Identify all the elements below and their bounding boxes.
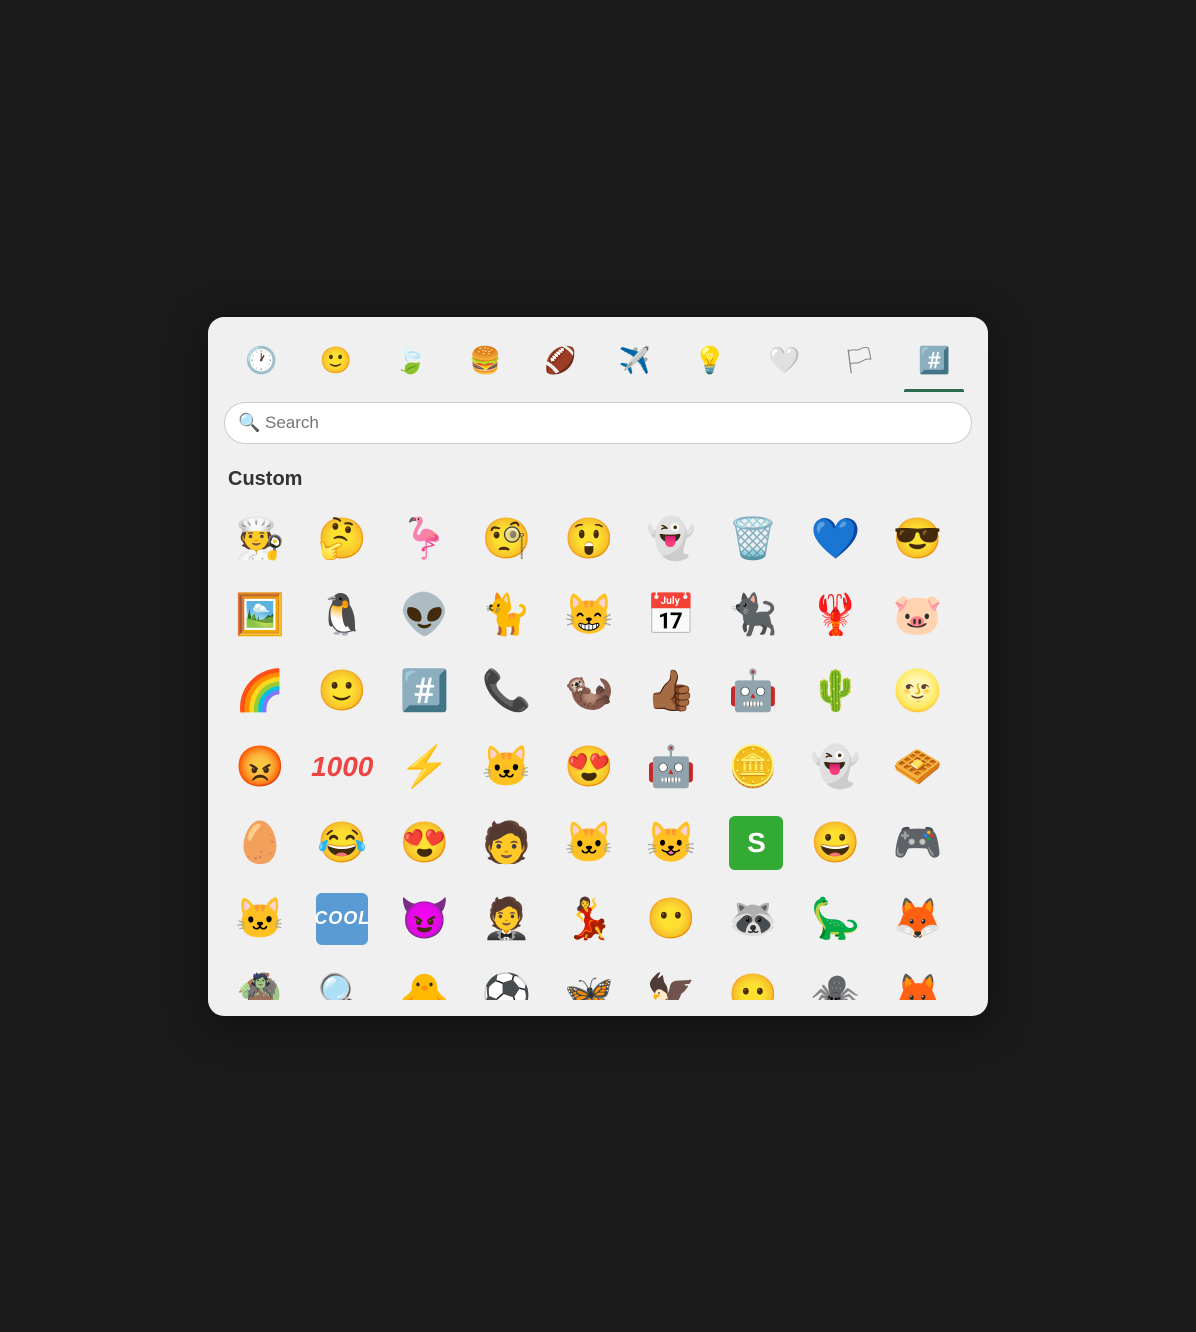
emoji-cell[interactable]: 🤔 bbox=[306, 503, 378, 575]
tab-symbols[interactable]: 🤍 bbox=[762, 341, 806, 380]
emoji-cell[interactable]: 🧇 bbox=[882, 731, 954, 803]
emoji-cell[interactable]: COOL bbox=[306, 883, 378, 955]
emoji-cell[interactable]: 🌵 bbox=[800, 655, 872, 727]
emoji-cell[interactable]: 🐱 bbox=[224, 883, 296, 955]
emoji-cell[interactable]: 💙 bbox=[800, 503, 872, 575]
emoji-cell[interactable]: 🙂 bbox=[306, 655, 378, 727]
emoji-cell[interactable]: 👻 bbox=[800, 731, 872, 803]
emoji-cell[interactable]: 😍 bbox=[388, 807, 460, 879]
emoji-cell[interactable]: 🤖 bbox=[717, 655, 789, 727]
custom-section-label: Custom bbox=[224, 468, 968, 491]
active-tab-indicator bbox=[904, 389, 964, 392]
emoji-cell[interactable]: 🦊 bbox=[882, 883, 954, 955]
emoji-grid: 🧑‍🍳 🤔 🦩 🧐 😲 👻 🗑️ 💙 😎 🖼️ 🐧 👽 🐈 😸 📅 🐈‍⬛ 🦞 … bbox=[224, 503, 968, 1000]
emoji-cell[interactable]: 🤖 bbox=[635, 731, 707, 803]
cool-badge[interactable]: COOL bbox=[316, 893, 368, 945]
emoji-cell[interactable]: 😶 bbox=[635, 883, 707, 955]
emoji-cell[interactable]: 🕷️ bbox=[800, 959, 872, 1000]
emoji-cell[interactable]: 🖼️ bbox=[224, 579, 296, 651]
emoji-cell[interactable]: #️⃣ bbox=[388, 655, 460, 727]
search-bar: 🔍 bbox=[224, 402, 972, 444]
search-icon: 🔍 bbox=[238, 412, 260, 433]
emoji-cell[interactable]: 🔍 bbox=[306, 959, 378, 1000]
emoji-cell[interactable]: 🐈 bbox=[471, 579, 543, 651]
emoji-cell[interactable]: 😲 bbox=[553, 503, 625, 575]
emoji-cell[interactable]: 1000 bbox=[306, 731, 378, 803]
tab-recent[interactable]: 🕐 bbox=[239, 341, 283, 380]
emoji-cell[interactable]: 🐧 bbox=[306, 579, 378, 651]
emoji-cell[interactable]: 🐱 bbox=[471, 731, 543, 803]
main-content[interactable]: Custom 🧑‍🍳 🤔 🦩 🧐 😲 👻 🗑️ 💙 😎 🖼️ 🐧 👽 🐈 😸 📅… bbox=[224, 460, 972, 1000]
emoji-picker: 🕐 🙂 🍃 🍔 🏈 ✈️ 💡 🤍 🏳 #️⃣ 🔍 Custom 🧑‍🍳 🤔 🦩 … bbox=[208, 317, 988, 1016]
emoji-cell[interactable]: 😐 bbox=[717, 959, 789, 1000]
emoji-cell[interactable]: 🧑 bbox=[471, 807, 543, 879]
tab-flags[interactable]: 🏳 bbox=[837, 341, 882, 380]
emoji-cell[interactable]: 🥚 bbox=[224, 807, 296, 879]
emoji-cell[interactable]: 🐈‍⬛ bbox=[717, 579, 789, 651]
emoji-cell[interactable]: 🦦 bbox=[553, 655, 625, 727]
emoji-cell[interactable]: 🦅 bbox=[635, 959, 707, 1000]
emoji-cell[interactable]: 🐷 bbox=[882, 579, 954, 651]
emoji-cell[interactable]: 😺 bbox=[635, 807, 707, 879]
emoji-cell[interactable]: 😈 bbox=[388, 883, 460, 955]
emoji-cell[interactable]: 👍🏾 bbox=[635, 655, 707, 727]
emoji-cell[interactable]: 🦕 bbox=[800, 883, 872, 955]
emoji-cell[interactable]: ⚽ bbox=[471, 959, 543, 1000]
emoji-cell[interactable]: 😍 bbox=[553, 731, 625, 803]
emoji-cell[interactable]: 😸 bbox=[553, 579, 625, 651]
emoji-cell[interactable]: 😎 bbox=[882, 503, 954, 575]
emoji-cell[interactable]: 🦊 bbox=[882, 959, 954, 1000]
emoji-cell[interactable]: 😡 bbox=[224, 731, 296, 803]
emoji-cell[interactable]: 🦩 bbox=[388, 503, 460, 575]
emoji-cell[interactable]: 🦋 bbox=[553, 959, 625, 1000]
search-input[interactable] bbox=[224, 402, 972, 444]
search-container: 🔍 bbox=[224, 402, 972, 444]
tab-travel[interactable]: ✈️ bbox=[613, 341, 657, 380]
emoji-cell[interactable]: 🧌 bbox=[224, 959, 296, 1000]
tab-custom[interactable]: #️⃣ bbox=[912, 341, 956, 380]
emoji-cell[interactable]: 📞 bbox=[471, 655, 543, 727]
emoji-cell[interactable]: 🌝 bbox=[882, 655, 954, 727]
emoji-cell[interactable]: 🧐 bbox=[471, 503, 543, 575]
emoji-cell[interactable]: 😀 bbox=[800, 807, 872, 879]
emoji-cell[interactable]: 🤵 bbox=[471, 883, 543, 955]
tab-food[interactable]: 🍔 bbox=[463, 341, 507, 380]
emoji-cell[interactable]: 🐥 bbox=[388, 959, 460, 1000]
emoji-cell[interactable]: 🎮 bbox=[882, 807, 954, 879]
emoji-cell[interactable]: S bbox=[729, 816, 783, 870]
tab-objects[interactable]: 💡 bbox=[688, 341, 732, 380]
emoji-cell[interactable]: 👽 bbox=[388, 579, 460, 651]
category-tabs: 🕐 🙂 🍃 🍔 🏈 ✈️ 💡 🤍 🏳 #️⃣ bbox=[224, 333, 972, 392]
emoji-cell[interactable]: 👻 bbox=[635, 503, 707, 575]
emoji-cell[interactable]: 🗑️ bbox=[717, 503, 789, 575]
tab-nature[interactable]: 🍃 bbox=[389, 341, 433, 380]
tab-activity[interactable]: 🏈 bbox=[538, 341, 582, 380]
emoji-cell[interactable]: 😂 bbox=[306, 807, 378, 879]
emoji-cell[interactable]: 📅 bbox=[635, 579, 707, 651]
emoji-cell[interactable]: 💃 bbox=[553, 883, 625, 955]
emoji-cell[interactable]: 🦝 bbox=[717, 883, 789, 955]
emoji-cell[interactable]: 🌈 bbox=[224, 655, 296, 727]
tab-smileys[interactable]: 🙂 bbox=[314, 341, 358, 380]
emoji-cell[interactable]: 🦞 bbox=[800, 579, 872, 651]
emoji-cell[interactable]: ⚡ bbox=[388, 731, 460, 803]
emoji-cell[interactable]: 🪙 bbox=[717, 731, 789, 803]
emoji-cell[interactable]: 🐱 bbox=[553, 807, 625, 879]
emoji-cell[interactable]: 🧑‍🍳 bbox=[224, 503, 296, 575]
